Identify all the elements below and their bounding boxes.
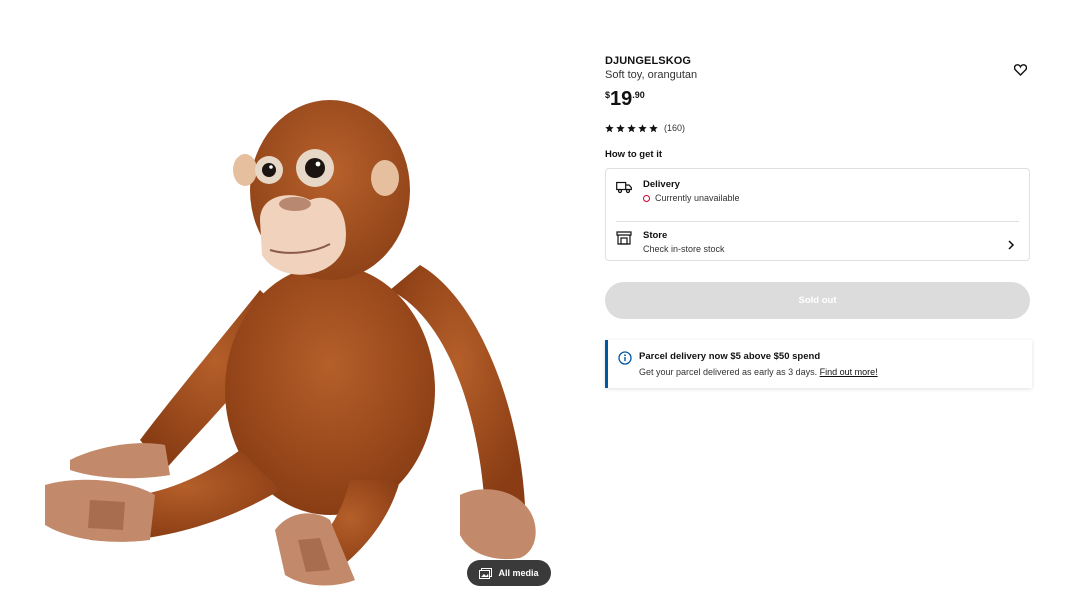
banner-text: Get your parcel delivered as early as 3 …	[639, 367, 818, 377]
parcel-delivery-banner: Parcel delivery now $5 above $50 spend G…	[605, 340, 1032, 388]
product-info: DJUNGELSKOG Soft toy, orangutan $ 19 .90…	[605, 55, 1032, 388]
star-icon	[638, 123, 647, 132]
star-icon	[605, 123, 614, 132]
info-icon	[618, 351, 632, 365]
rating-stars	[605, 123, 658, 133]
delivery-row[interactable]: Delivery Currently unavailable	[616, 179, 1019, 221]
rating-count: (160)	[664, 123, 686, 133]
delivery-status: Currently unavailable	[655, 193, 740, 203]
star-icon	[649, 123, 658, 132]
banner-title: Parcel delivery now $5 above $50 spend	[639, 351, 821, 362]
gallery-icon	[479, 567, 493, 579]
product-image[interactable]	[30, 40, 570, 596]
star-icon	[627, 123, 636, 132]
store-status: Check in-store stock	[643, 244, 725, 254]
all-media-label: All media	[498, 568, 539, 578]
rating[interactable]: (160)	[605, 123, 1030, 133]
product-name: DJUNGELSKOG	[605, 55, 692, 67]
truck-icon	[616, 181, 632, 194]
how-to-get-it-title: How to get it	[605, 149, 662, 160]
price-whole: 19	[610, 88, 633, 110]
unavailable-status-icon	[643, 194, 650, 202]
sold-out-button[interactable]: Sold out	[605, 282, 1030, 319]
all-media-button[interactable]: All media	[467, 560, 551, 586]
price: $ 19 .90	[605, 89, 1030, 109]
store-icon	[616, 231, 632, 245]
delivery-title: Delivery	[643, 179, 680, 190]
star-icon	[616, 123, 625, 132]
product-description: Soft toy, orangutan	[605, 69, 698, 81]
heart-icon	[1013, 64, 1027, 76]
store-row[interactable]: Store Check in-store stock	[616, 221, 1019, 257]
store-title: Store	[643, 230, 668, 241]
wishlist-button[interactable]	[1010, 60, 1030, 80]
availability-box: Delivery Currently unavailable Store Che…	[605, 168, 1030, 261]
find-out-more-link[interactable]: Find out more!	[820, 367, 878, 377]
price-decimal: .90	[632, 90, 645, 100]
product-media: All media	[30, 40, 570, 596]
chevron-right-icon[interactable]	[1007, 240, 1015, 250]
